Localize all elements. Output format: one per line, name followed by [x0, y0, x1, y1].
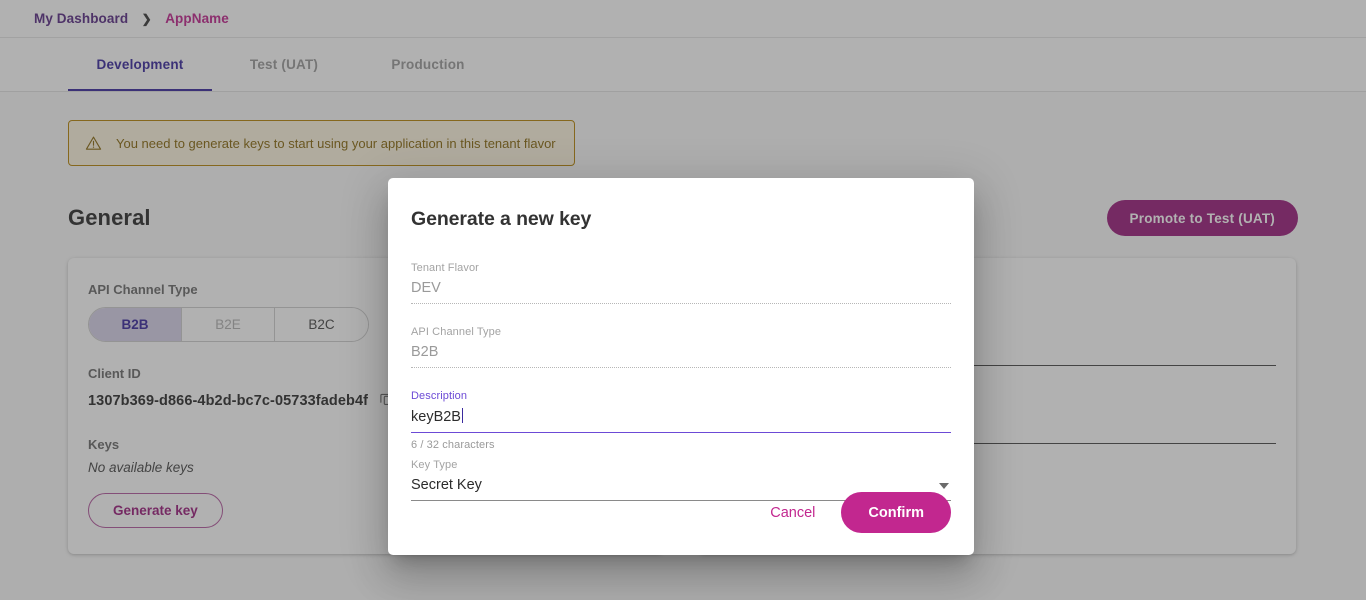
dialog-actions: Cancel Confirm: [766, 492, 951, 533]
generate-key-dialog: Generate a new key Tenant Flavor DEV API…: [388, 178, 974, 555]
tenant-flavor-value: DEV: [411, 280, 441, 296]
key-type-value: Secret Key: [411, 477, 482, 493]
confirm-button[interactable]: Confirm: [841, 492, 951, 533]
api-channel-type-dialog-label: API Channel Type: [411, 326, 502, 338]
key-type-label: Key Type: [411, 459, 458, 471]
description-label: Description: [411, 390, 468, 402]
description-input[interactable]: keyB2B: [411, 402, 951, 432]
description-input-value: keyB2B: [411, 409, 461, 425]
tenant-flavor-underline: [411, 303, 951, 304]
api-channel-type-underline: [411, 367, 951, 368]
tenant-flavor-label: Tenant Flavor: [411, 262, 479, 274]
api-channel-type-dialog-value: B2B: [411, 344, 439, 360]
api-channel-type-field: API Channel Type B2B: [411, 326, 951, 368]
cancel-button[interactable]: Cancel: [766, 499, 819, 527]
description-field[interactable]: Description keyB2B 6 / 32 characters: [411, 390, 951, 451]
dialog-title: Generate a new key: [411, 208, 592, 230]
tenant-flavor-field: Tenant Flavor DEV: [411, 262, 951, 304]
text-caret: [461, 408, 463, 423]
description-character-counter: 6 / 32 characters: [411, 439, 495, 451]
chevron-down-icon[interactable]: [939, 482, 949, 489]
description-underline: [411, 432, 951, 433]
